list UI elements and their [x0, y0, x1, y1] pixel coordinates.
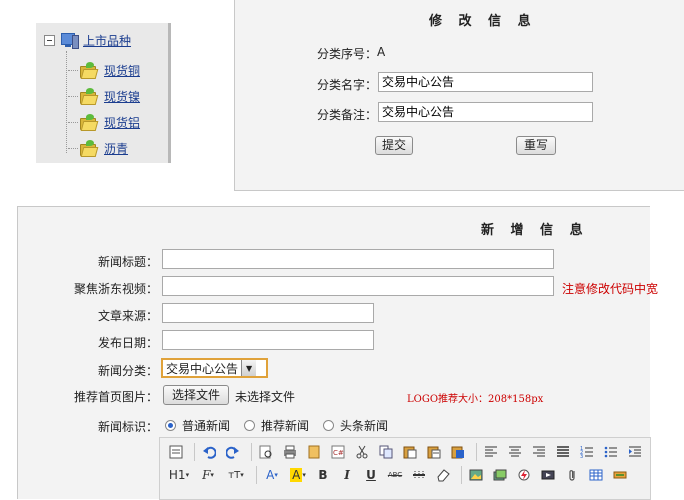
flag-radio-group: 普通新闻 推荐新闻 头条新闻 — [165, 417, 388, 434]
category-select[interactable]: 交易中心公告 ▼ — [161, 358, 268, 378]
preview-icon[interactable] — [256, 442, 276, 462]
align-right-icon[interactable] — [529, 442, 549, 462]
tree-root[interactable]: 上市品种 — [44, 29, 131, 51]
link-icon[interactable] — [610, 465, 630, 485]
media-icon[interactable] — [538, 465, 558, 485]
multi-image-icon[interactable] — [490, 465, 510, 485]
image-label: 推荐首页图片： — [73, 390, 158, 404]
tree-item-label[interactable]: 现货铜 — [104, 62, 140, 79]
unordered-list-icon[interactable] — [601, 442, 621, 462]
cut-icon[interactable] — [352, 442, 372, 462]
paste-word-icon[interactable] — [448, 442, 468, 462]
font-color-button[interactable]: A ▾ — [261, 465, 283, 485]
submit-button[interactable]: 提交 — [375, 136, 413, 155]
seq-value: A — [377, 45, 386, 59]
video-label: 聚焦浙东视频： — [73, 282, 158, 296]
template-icon[interactable] — [304, 442, 324, 462]
news-title-label: 新闻标题： — [97, 255, 158, 269]
toolbar-row-2: H1 ▾ F ▾ тT ▾ A ▾ A ▾ B I U ABC — [166, 464, 634, 486]
redo-icon[interactable] — [223, 442, 243, 462]
note-input[interactable]: 交易中心公告 — [378, 102, 593, 122]
flag-option-label: 头条新闻 — [340, 419, 389, 433]
indent-icon[interactable] — [625, 442, 645, 462]
category-label: 新闻分类： — [97, 364, 158, 378]
flash-icon[interactable] — [514, 465, 534, 485]
category-selected: 交易中心公告 — [166, 361, 239, 376]
seq-label: 分类序号： — [317, 47, 378, 61]
file-status: 未选择文件 — [235, 390, 296, 404]
video-input[interactable] — [162, 276, 554, 296]
folder-icon — [80, 139, 99, 157]
name-input[interactable]: 交易中心公告 — [378, 72, 593, 92]
attachment-icon[interactable] — [562, 465, 582, 485]
computer-icon — [61, 32, 79, 49]
tree-item-aluminum[interactable]: 现货铝 — [68, 111, 140, 133]
svg-text:C#: C# — [333, 449, 344, 457]
modify-info-panel: 修 改 信 息 分类序号： A 分类名字： 交易中心公告 分类备注： 交易中心公… — [234, 0, 684, 191]
tree-item-label[interactable]: 沥青 — [104, 140, 128, 157]
font-size-dropdown[interactable]: тT ▾ — [224, 465, 248, 485]
table-icon[interactable] — [586, 465, 606, 485]
eraser-icon[interactable] — [433, 465, 453, 485]
highlight-button[interactable]: A ▾ — [287, 465, 309, 485]
chevron-down-icon[interactable]: ▼ — [241, 360, 257, 376]
align-center-icon[interactable] — [505, 442, 525, 462]
print-icon[interactable] — [280, 442, 300, 462]
underline-button[interactable]: U — [361, 465, 381, 485]
code-icon[interactable]: C# — [328, 442, 348, 462]
date-label: 发布日期： — [97, 336, 158, 350]
collapse-icon[interactable] — [44, 34, 55, 46]
image-icon[interactable] — [466, 465, 486, 485]
section-title: 新 增 信 息 — [481, 223, 589, 238]
news-title-input[interactable] — [162, 249, 554, 269]
flag-radio-headline[interactable] — [323, 420, 335, 431]
logo-hint: LOGO推荐大小：208*158px — [407, 394, 544, 405]
folder-icon — [80, 87, 99, 105]
tree-item-label[interactable]: 现货铝 — [104, 114, 140, 131]
font-family-dropdown[interactable]: F ▾ — [196, 465, 220, 485]
align-left-icon[interactable] — [481, 442, 501, 462]
video-hint: 注意修改代码中宽 — [562, 282, 659, 296]
category-tree-panel: 上市品种 现货铜 现货镍 现货铝 沥青 — [36, 23, 171, 163]
tree-item-copper[interactable]: 现货铜 — [68, 59, 140, 81]
reset-button[interactable]: 重写 — [516, 136, 556, 155]
flag-radio-normal[interactable] — [165, 420, 176, 431]
tree-item-asphalt[interactable]: 沥青 — [68, 137, 128, 159]
heading-dropdown[interactable]: H1 ▾ — [166, 465, 192, 485]
source-label: 文章来源： — [97, 309, 158, 323]
copy-icon[interactable] — [376, 442, 396, 462]
paste-icon[interactable] — [400, 442, 420, 462]
tree-root-label[interactable]: 上市品种 — [83, 32, 131, 49]
strikethrough-button[interactable]: ABC — [385, 465, 405, 485]
source-input[interactable] — [162, 303, 374, 323]
editor-toolbar: C# 123 H1 ▾ F ▾ тT ▾ A ▾ A ▾ B I U ABC — [159, 437, 651, 500]
source-icon[interactable] — [166, 442, 186, 462]
bold-button[interactable]: B — [313, 465, 333, 485]
horizontal-rule-icon[interactable] — [409, 465, 429, 485]
undo-icon[interactable] — [199, 442, 219, 462]
note-label: 分类备注： — [317, 108, 378, 122]
date-input[interactable] — [162, 330, 374, 350]
flag-option-label: 推荐新闻 — [261, 419, 310, 433]
flag-label: 新闻标识： — [97, 420, 158, 434]
tree-item-label[interactable]: 现货镍 — [104, 88, 140, 105]
folder-icon — [80, 61, 99, 79]
paste-text-icon[interactable] — [424, 442, 444, 462]
name-label: 分类名字： — [317, 78, 378, 92]
flag-radio-recommend[interactable] — [244, 420, 256, 431]
choose-file-button[interactable]: 选择文件 — [163, 385, 229, 405]
toolbar-row-1: C# 123 — [166, 441, 649, 463]
page-title: 修 改 信 息 — [429, 14, 537, 29]
tree-item-nickel[interactable]: 现货镍 — [68, 85, 140, 107]
flag-option-label: 普通新闻 — [182, 419, 231, 433]
folder-icon — [80, 113, 99, 131]
justify-icon[interactable] — [553, 442, 573, 462]
svg-text:3: 3 — [580, 454, 583, 459]
italic-button[interactable]: I — [337, 465, 357, 485]
ordered-list-icon[interactable]: 123 — [577, 442, 597, 462]
